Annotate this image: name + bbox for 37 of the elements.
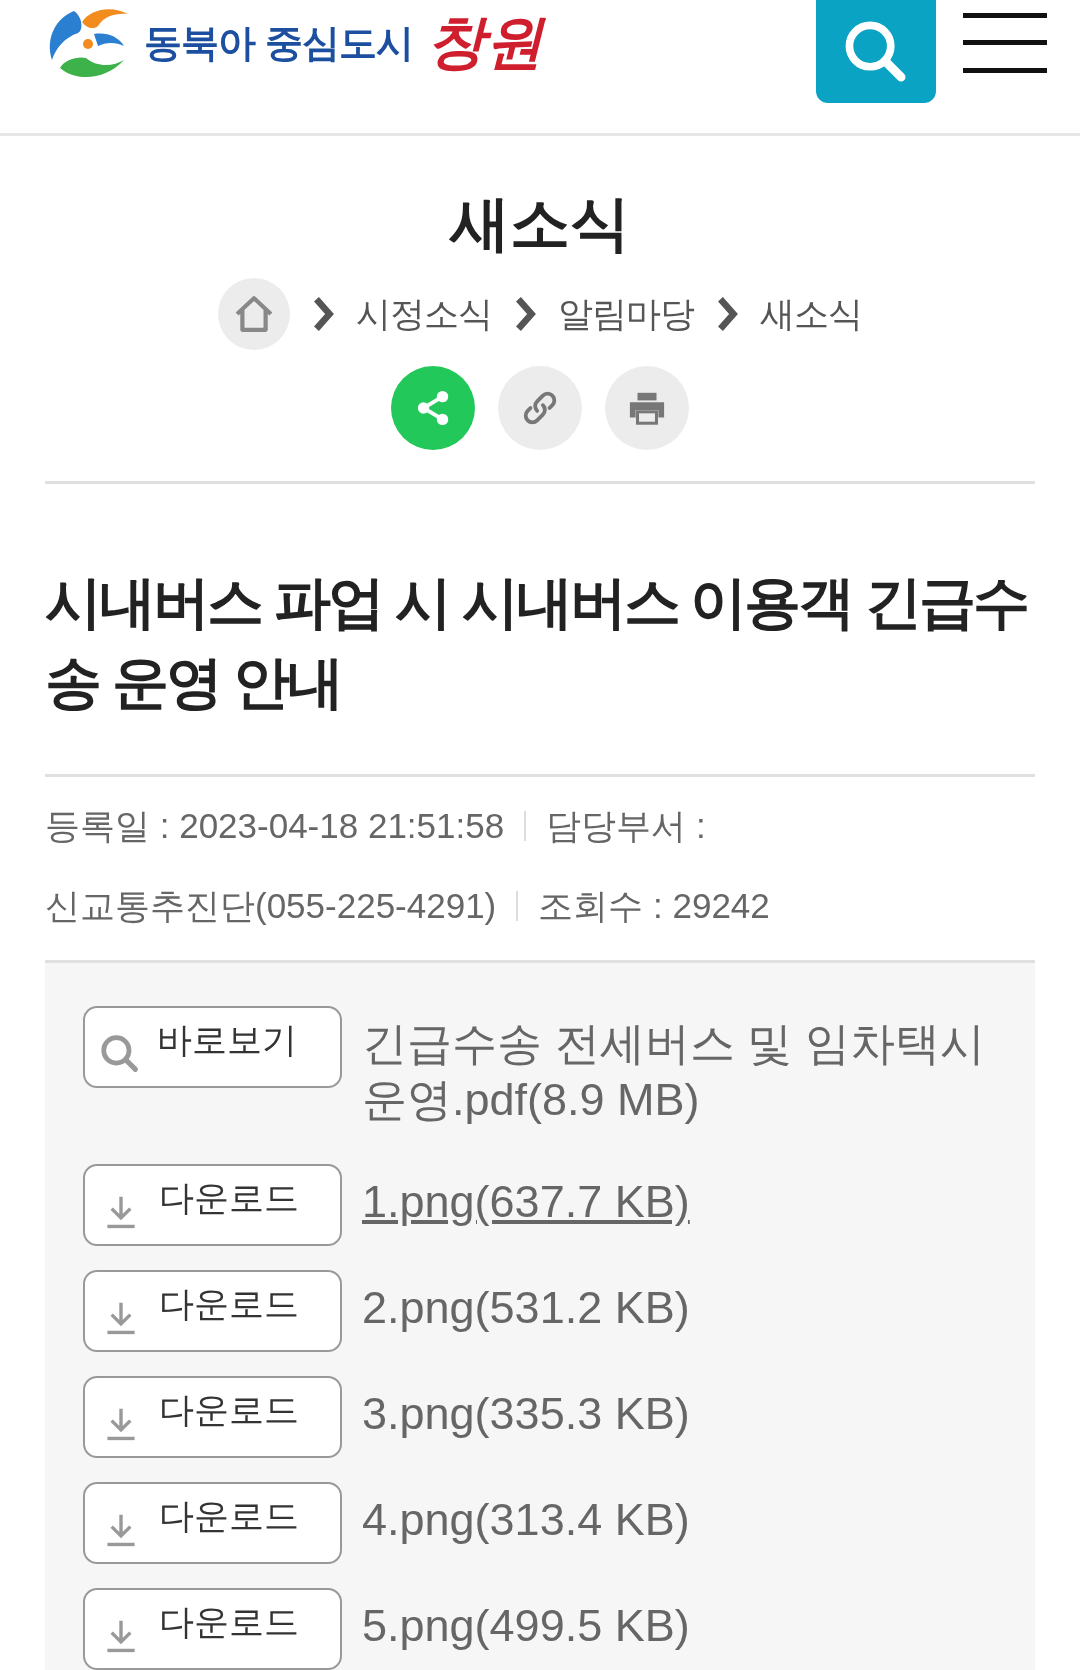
breadcrumb-link[interactable]: 새소식 (760, 292, 862, 336)
download-button[interactable]: 다운로드 (83, 1482, 342, 1564)
chevron-icon (312, 296, 334, 332)
file-link[interactable]: 3.png(335.3 KB) (362, 1376, 690, 1454)
chevron-icon (716, 296, 738, 332)
meta-text: 신교통추진단(055-225-4291) (45, 885, 497, 927)
article-title: 시내버스 파업 시 시내버스 이용객 긴급수송 운영 안내 (45, 569, 1029, 716)
download-icon (105, 1619, 137, 1653)
menu-button[interactable] (963, 13, 1047, 73)
download-button[interactable]: 다운로드 (83, 1270, 342, 1352)
link-icon (521, 389, 559, 427)
breadcrumb-link[interactable]: 알림마당 (558, 292, 694, 336)
chevron-icon (514, 296, 536, 332)
breadcrumb-link[interactable]: 시정소식 (356, 292, 492, 336)
download-icon (105, 1513, 137, 1547)
meta-text: 조회수 : 29242 (538, 885, 770, 927)
search-button[interactable] (816, 0, 936, 103)
menu-icon (963, 13, 1047, 73)
file-link[interactable]: 4.png(313.4 KB) (362, 1482, 690, 1560)
file-link[interactable]: 5.png(499.5 KB) (362, 1588, 690, 1666)
logo-slogan: 동북아 중심도시 (144, 21, 413, 66)
download-button[interactable]: 다운로드 (83, 1376, 342, 1458)
meta-text: 담당부서 : (546, 805, 706, 847)
page-title: 새소식 (448, 189, 631, 259)
file-link[interactable]: 1.png(637.7 KB) (362, 1164, 690, 1242)
download-icon (105, 1301, 137, 1335)
home-icon (235, 295, 273, 333)
preview-button[interactable]: 바로보기 (83, 1006, 342, 1088)
download-icon (105, 1407, 137, 1441)
download-button[interactable]: 다운로드 (83, 1164, 342, 1246)
file-link[interactable]: 긴급수송 전세버스 및 임차택시 운영.pdf(8.9 MB) (362, 1006, 1035, 1140)
download-icon (105, 1195, 137, 1229)
search-icon (845, 20, 907, 83)
meta-text: 등록일 : 2023-04-18 21:51:58 (45, 805, 505, 847)
download-button[interactable]: 다운로드 (83, 1588, 342, 1670)
file-link[interactable]: 2.png(531.2 KB) (362, 1270, 690, 1348)
search-icon (101, 1035, 139, 1073)
